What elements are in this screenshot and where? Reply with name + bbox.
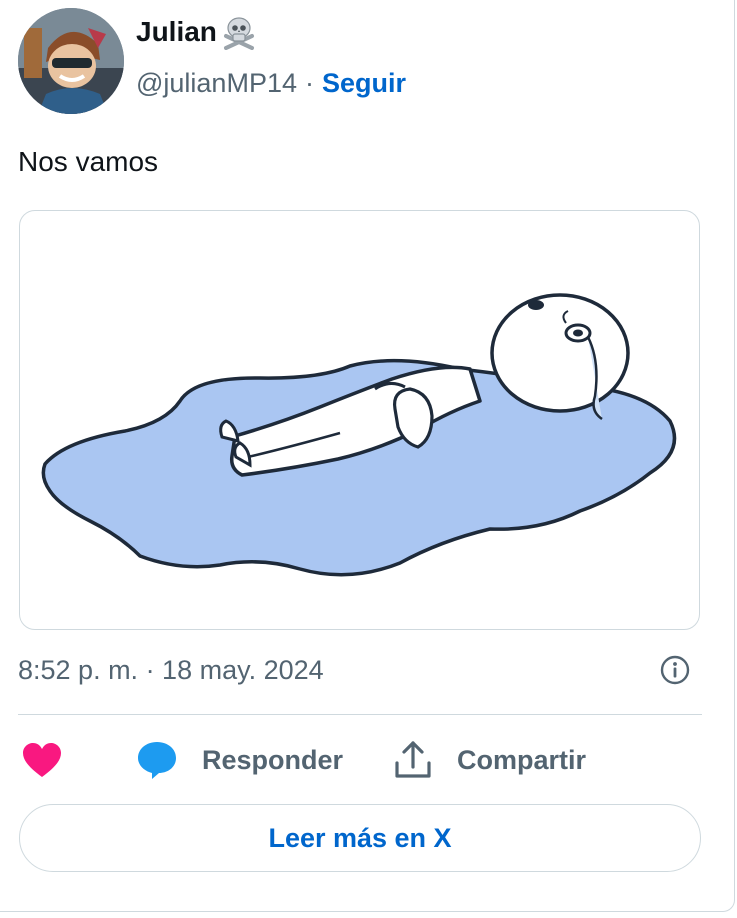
avatar-image xyxy=(18,8,124,114)
divider xyxy=(18,714,702,715)
tweet-timestamp[interactable]: 8:52 p. m. · 18 may. 2024 xyxy=(18,655,324,686)
info-icon[interactable] xyxy=(658,653,692,687)
tweet-text: Nos vamos xyxy=(18,146,159,177)
author-display-name[interactable]: Julian xyxy=(136,16,217,48)
reply-button[interactable]: Responder xyxy=(136,739,343,781)
author-handle[interactable]: @julianMP14 xyxy=(136,68,297,99)
speech-bubble-icon xyxy=(136,739,178,781)
like-button[interactable] xyxy=(20,740,64,780)
author-name-row: Julian xyxy=(136,14,257,50)
upload-icon xyxy=(393,739,433,781)
reply-label: Responder xyxy=(202,744,344,775)
follow-link[interactable]: Seguir xyxy=(322,68,406,99)
tweet-media[interactable] xyxy=(19,210,700,630)
skull-crossbones-icon xyxy=(221,14,257,50)
embedded-tweet-card: Julian @julianMP14 · Seguir Nos vamos 8:… xyxy=(0,0,735,912)
crying-figure-puddle-image xyxy=(41,293,677,577)
avatar[interactable] xyxy=(18,8,124,114)
timestamp-row: 8:52 p. m. · 18 may. 2024 xyxy=(18,650,702,690)
tweet-actions: Responder Compartir xyxy=(18,732,702,788)
separator-dot: · xyxy=(305,68,314,98)
author-handle-row: @julianMP14 · Seguir xyxy=(136,68,406,99)
share-button[interactable]: Compartir xyxy=(393,739,586,781)
heart-icon xyxy=(20,740,64,780)
share-label: Compartir xyxy=(457,744,587,775)
read-more-on-x-button[interactable]: Leer más en X xyxy=(19,804,701,872)
